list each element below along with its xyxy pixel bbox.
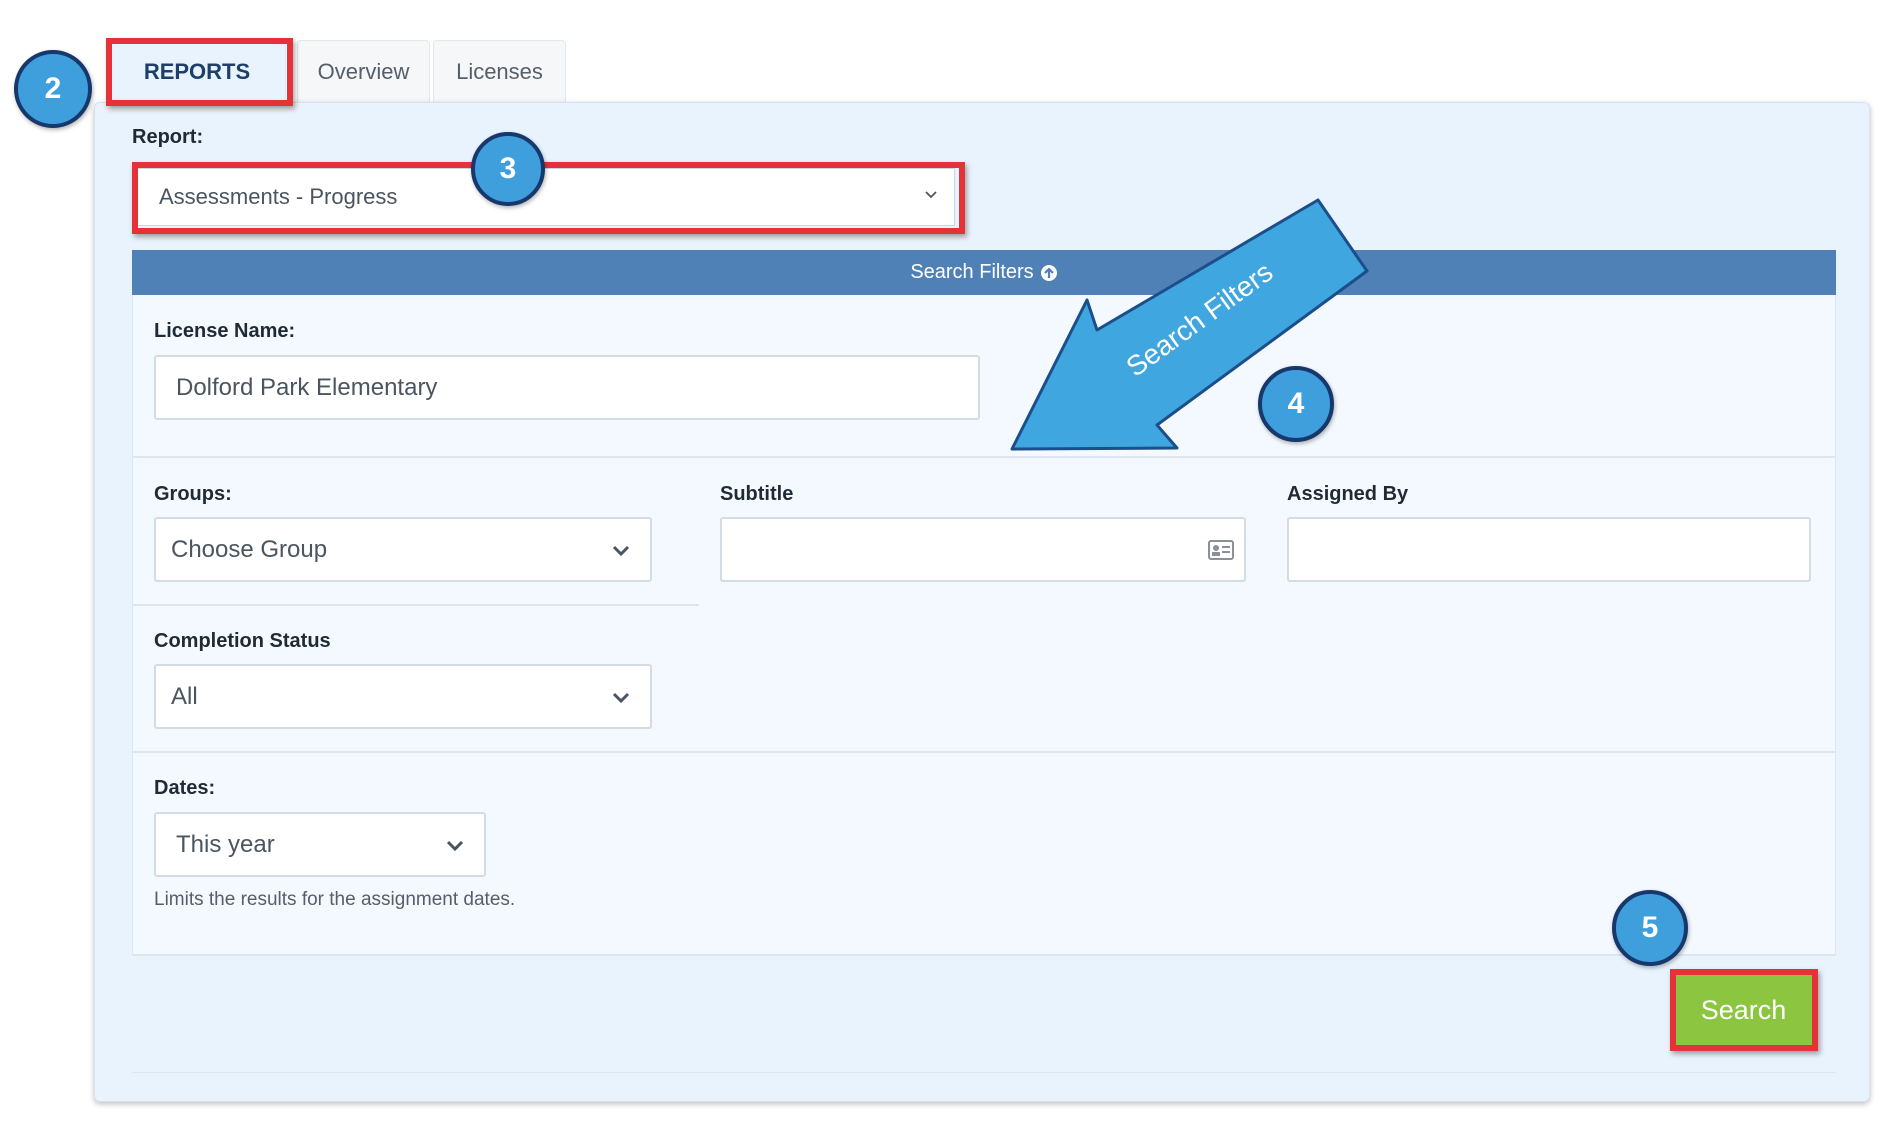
step-badge-3: 3 [471, 132, 545, 206]
search-filters-callout-arrow: Search Filters [1010, 198, 1369, 451]
step-badge-4: 4 [1258, 366, 1334, 442]
step-badge-5: 5 [1612, 890, 1688, 966]
step-badge-2: 2 [14, 50, 92, 128]
